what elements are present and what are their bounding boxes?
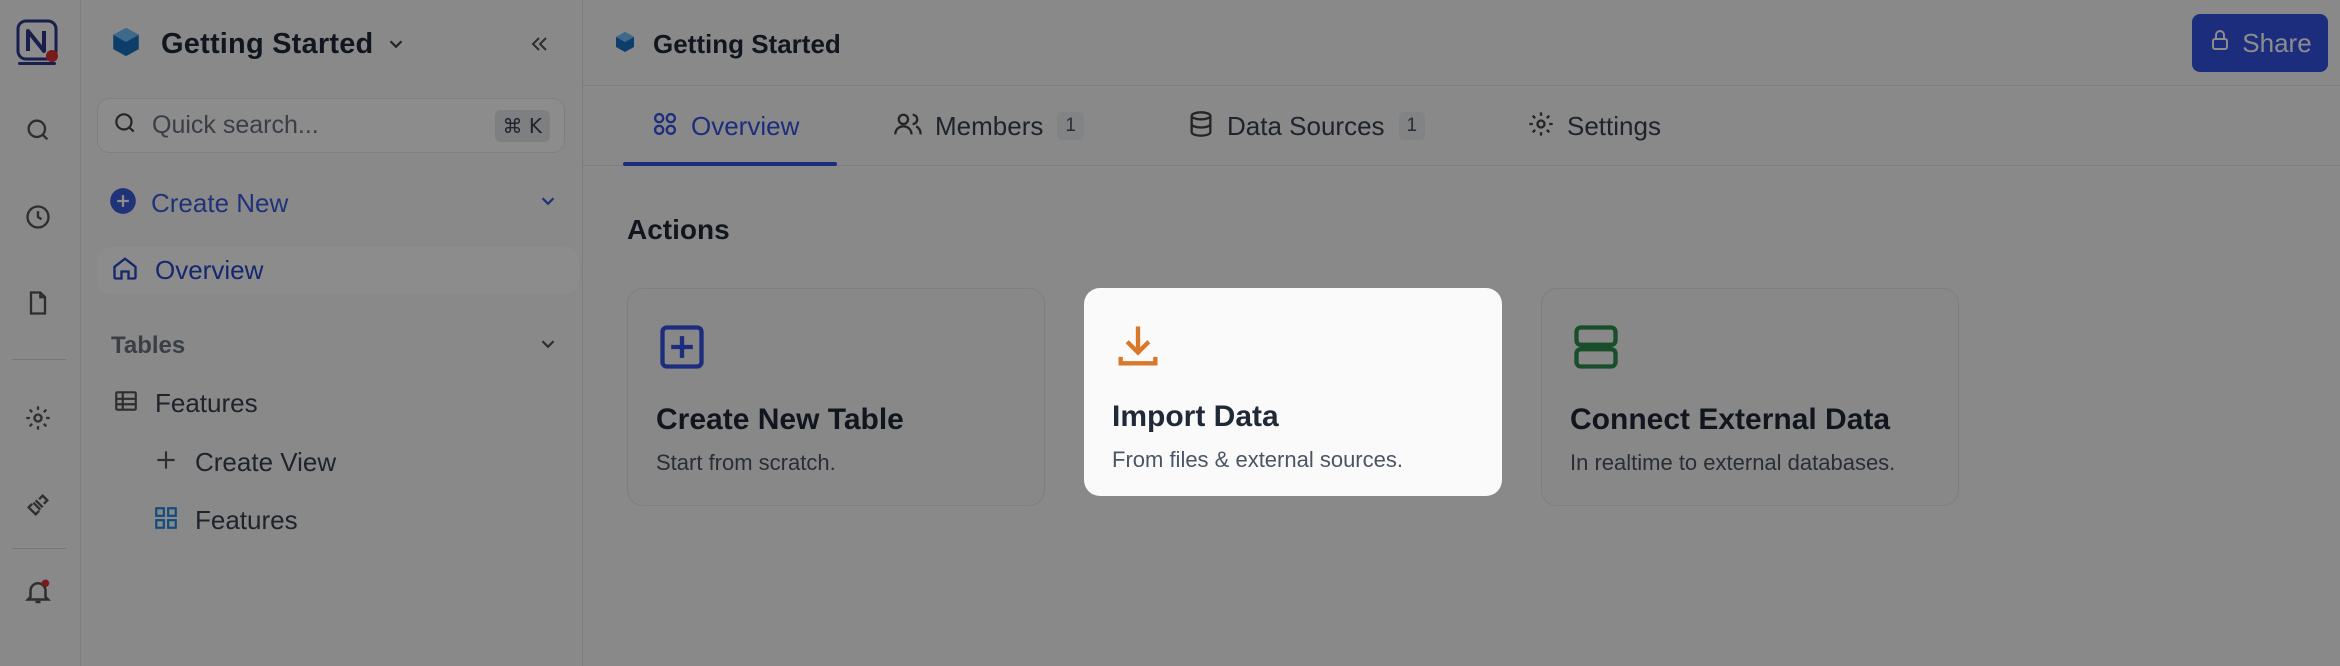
quick-search-input[interactable]: Quick search... ⌘ K [97,98,565,153]
tree-item-label: Features [155,387,258,418]
top-bar: Getting Started Share [583,0,2340,86]
users-icon [893,110,923,143]
actions-heading: Actions [627,214,730,245]
bell-icon[interactable] [18,572,58,612]
table-icon [113,388,139,419]
search-icon [112,110,138,141]
tab-overview[interactable]: Overview [651,86,799,166]
create-new-label: Create New [151,187,289,218]
tab-label: Overview [691,110,800,141]
tab-bar: Overview Members 1 Data Sources 1 Settin… [583,86,2340,166]
share-label: Share [2242,27,2312,58]
share-button[interactable]: Share [2192,14,2328,72]
search-icon[interactable] [18,110,58,150]
tab-data-sources[interactable]: Data Sources 1 [1187,86,1426,166]
nocodb-logo-icon[interactable] [16,19,60,67]
tree-item-label: Create View [195,446,337,477]
download-icon [1112,320,1164,372]
tree-item-label: Features [195,504,298,535]
tab-label: Data Sources [1227,110,1385,141]
tab-label: Members [935,110,1044,141]
plus-icon [153,447,179,478]
tab-count-badge: 1 [1057,112,1084,140]
file-icon[interactable] [18,283,58,323]
tab-label: Settings [1567,110,1661,141]
sidebar-item-label: Overview [155,255,264,285]
rail-divider [12,548,66,549]
grid-view-icon [153,505,179,536]
workspace-title: Getting Started [161,27,374,60]
sidebar-item-view-features[interactable]: Features [153,500,298,540]
card-title: Import Data [1112,400,1279,433]
plus-circle-icon [109,187,137,220]
base-icon [109,25,143,64]
card-description: From files & external sources. [1112,447,1403,472]
sidebar: Getting Started Quick search... ⌘ K Crea… [81,0,583,666]
connect-external-data-card[interactable]: Connect External Data In realtime to ext… [1541,288,1959,506]
tab-settings[interactable]: Settings [1527,86,1661,166]
lock-icon [2208,28,2232,59]
search-shortcut-badge: ⌘ K [494,109,550,142]
clock-icon[interactable] [18,197,58,237]
home-icon [111,254,139,287]
chevron-down-icon[interactable] [385,33,407,55]
tables-section-header[interactable]: Tables [111,328,559,364]
gear-icon[interactable] [18,398,58,438]
plug-icon[interactable] [18,485,58,525]
card-title: Connect External Data [1570,403,1891,436]
search-placeholder: Quick search... [152,111,319,139]
server-icon [1570,321,1622,373]
import-data-card[interactable]: Import Data From files & external source… [1084,288,1502,496]
create-new-button[interactable]: Create New [109,183,559,223]
breadcrumb-title: Getting Started [653,28,841,59]
sidebar-item-overview[interactable]: Overview [97,247,579,294]
sidebar-item-table-features[interactable]: Features [113,383,258,423]
create-new-table-card[interactable]: Create New Table Start from scratch. [627,288,1045,506]
breadcrumb: Getting Started [613,22,841,66]
rail-divider [12,359,66,360]
database-icon [1187,110,1215,143]
tab-count-badge: 1 [1398,112,1426,140]
overview-icon [651,110,679,143]
card-description: Start from scratch. [656,450,836,475]
base-icon [613,30,637,59]
create-view-button[interactable]: Create View [153,442,336,482]
app-rail [0,0,81,666]
chevron-down-icon [537,190,559,217]
chevron-down-icon [537,333,559,360]
tab-members[interactable]: Members 1 [893,86,1084,166]
plus-square-icon [656,321,708,373]
active-tab-indicator [623,162,837,166]
workspace-switcher[interactable]: Getting Started [109,22,407,66]
tables-header-label: Tables [111,332,186,359]
card-title: Create New Table [656,403,904,436]
gear-icon [1527,110,1555,143]
collapse-sidebar-button[interactable] [521,26,557,62]
card-description: In realtime to external databases. [1570,450,1896,475]
